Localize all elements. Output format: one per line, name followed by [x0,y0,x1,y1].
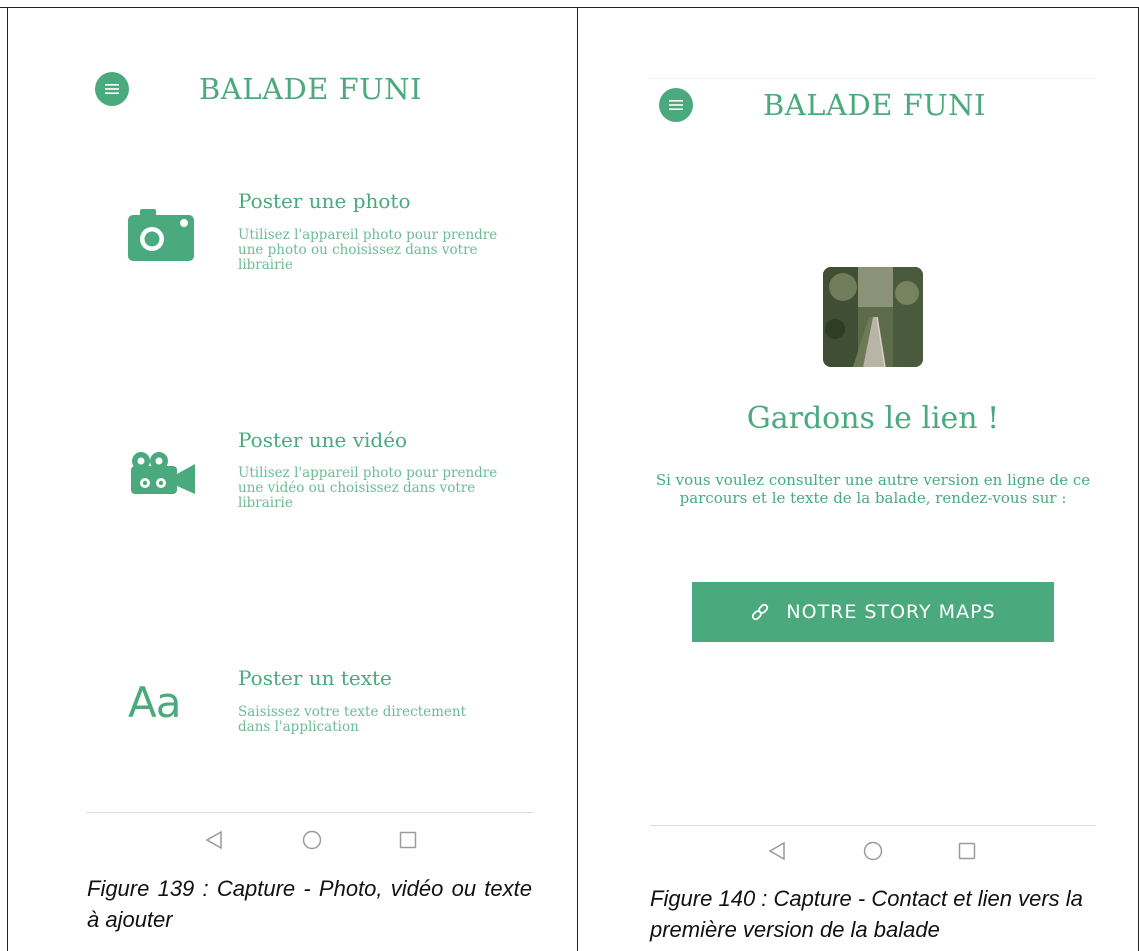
header-top-line [650,78,1096,79]
headline: Gardons le lien ! [746,401,1000,436]
story-maps-description: Si vous voulez consulter une autre versi… [655,471,1091,507]
nav-bar-divider [86,812,533,813]
nav-bar-divider [650,825,1096,826]
nav-home-button[interactable] [863,841,883,865]
nav-back-button[interactable] [205,830,223,854]
story-maps-button[interactable]: NOTRE STORY MAPS [692,582,1054,642]
trail-photo-thumbnail [823,267,923,367]
hamburger-icon [669,100,683,110]
menu-button[interactable] [95,72,129,106]
recents-square-icon [399,831,417,849]
right-screen: BALADE FUNI Gardons le lien ! Si vous vo… [578,8,1138,951]
post-photo-description: Utilisez l'appareil photo pour prendre u… [238,227,498,273]
nav-recents-button[interactable] [958,842,976,864]
camera-icon [128,207,194,265]
post-photo-option[interactable]: Poster une photo Utilisez l'appareil pho… [8,183,577,303]
home-circle-icon [863,841,883,861]
nav-home-button[interactable] [302,830,322,854]
link-icon [750,602,770,622]
hamburger-icon [105,84,119,94]
post-video-description: Utilisez l'appareil photo pour prendre u… [238,465,498,511]
back-triangle-icon [205,830,222,850]
app-title: BALADE FUNI [763,88,986,122]
text-aa-icon: Aa [128,678,181,727]
post-text-option[interactable]: Aa Poster un texte Saisissez votre texte… [8,658,577,778]
story-maps-button-label: NOTRE STORY MAPS [786,601,996,623]
back-triangle-icon [768,841,785,861]
menu-button[interactable] [659,88,693,122]
figure-frame: BALADE FUNI Poster une photo Utilisez l'… [0,0,1139,951]
figure-caption-140: Figure 140 : Capture - Contact et lien v… [650,886,1083,942]
app-title: BALADE FUNI [199,72,422,106]
post-video-option[interactable]: Poster une vidéo Utilisez l'appareil pho… [8,421,577,541]
post-text-description: Saisissez votre texte directement dans l… [238,704,467,735]
post-video-title: Poster une vidéo [238,428,408,452]
home-circle-icon [302,830,322,850]
nav-back-button[interactable] [768,841,786,865]
figure-caption-139: Figure 139 : Capture - Photo, vidéo ou t… [87,876,532,932]
post-text-title: Poster un texte [238,666,392,690]
video-camera-icon [129,451,195,499]
left-screen: BALADE FUNI Poster une photo Utilisez l'… [8,8,577,951]
post-photo-title: Poster une photo [238,189,411,213]
recents-square-icon [958,842,976,860]
nav-recents-button[interactable] [399,831,417,853]
